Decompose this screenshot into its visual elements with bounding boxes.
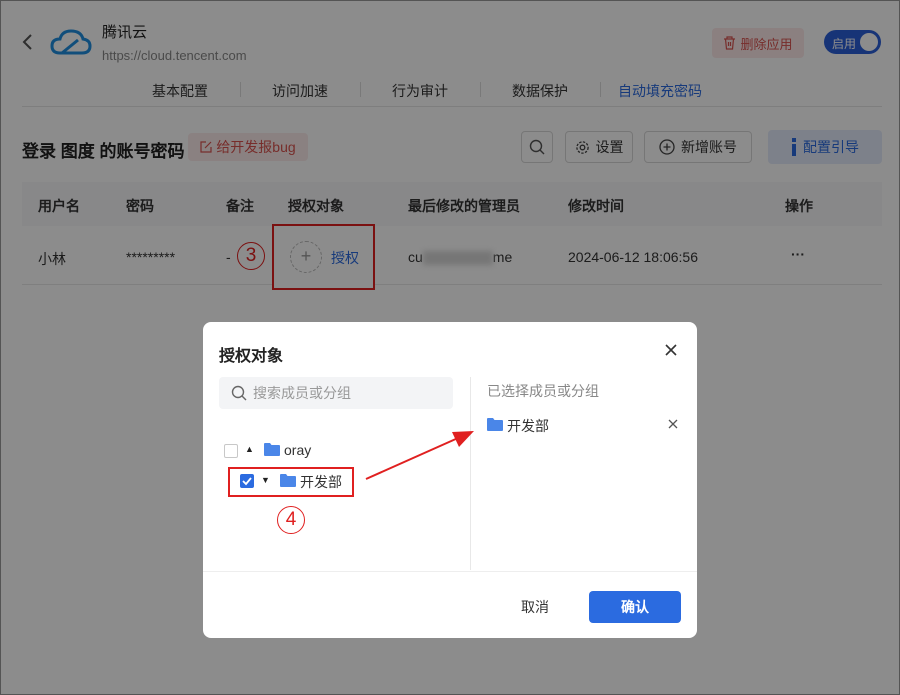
annotation-arrow — [365, 431, 474, 480]
